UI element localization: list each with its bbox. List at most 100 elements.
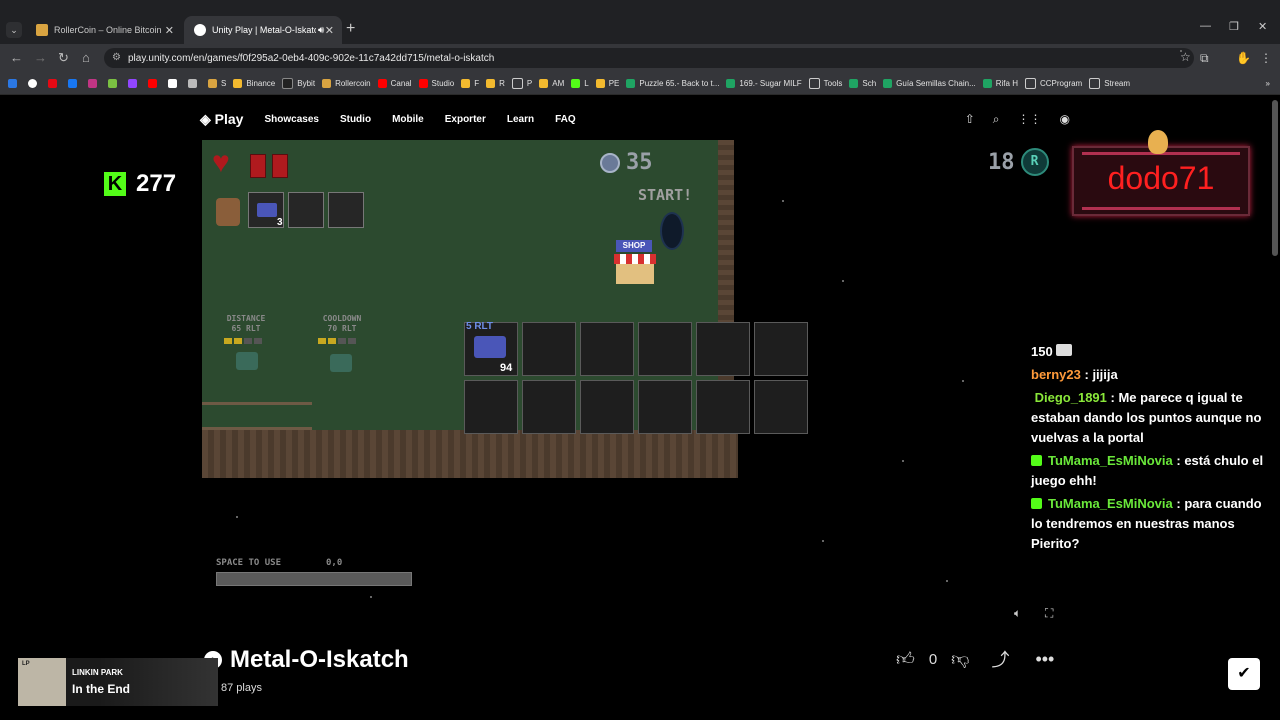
game-canvas[interactable]: ♥ 3 35 START! SHOP DISTANCE 65 RLT COOLD… — [202, 140, 1068, 598]
bookmark-pe[interactable]: PE — [595, 78, 619, 88]
bookmark-studio[interactable]: Studio — [418, 78, 454, 88]
bookmark-p[interactable]: P — [511, 77, 532, 89]
dislike-icon[interactable]: 👎︎ — [951, 648, 969, 670]
cooldown-upgrade-icon[interactable] — [330, 354, 352, 372]
health-block — [272, 154, 288, 178]
new-tab-button[interactable]: + — [346, 20, 355, 38]
bookmark-guia[interactable]: Guía Semillas Chain... — [883, 78, 976, 88]
score-value: 18 — [988, 149, 1015, 175]
chat-message: berny23 : jijija — [1031, 367, 1118, 382]
nav-showcases[interactable]: Showcases — [264, 114, 318, 125]
bookmark-sch[interactable]: Sch — [849, 78, 876, 88]
shop-slot[interactable] — [696, 380, 750, 434]
space-value: 0,0 — [326, 558, 343, 568]
like-icon[interactable]: 👍︎ — [896, 648, 915, 670]
bookmark-icon-2[interactable] — [28, 78, 41, 88]
shop-slot[interactable] — [638, 380, 692, 434]
bookmark-l[interactable]: L — [571, 78, 589, 88]
fence — [202, 402, 312, 430]
shop-slot[interactable] — [522, 322, 576, 376]
nav-studio[interactable]: Studio — [340, 114, 371, 125]
page-scrollbar[interactable] — [1272, 100, 1278, 256]
maximize-icon[interactable]: ❐ — [1229, 20, 1239, 33]
bookmark-icon-9[interactable] — [168, 78, 181, 88]
nav-faq[interactable]: FAQ — [555, 114, 576, 125]
bookmark-puzzle[interactable]: Puzzle 65.- Back to t... — [626, 78, 719, 88]
profile-extension-icon[interactable]: ✋ — [1236, 51, 1251, 65]
bookmark-icon-10[interactable] — [188, 78, 201, 88]
speaker-icon[interactable]: 🔊︎ — [318, 25, 324, 36]
shop-slot[interactable] — [696, 322, 750, 376]
inventory-slot-3[interactable] — [328, 192, 364, 228]
inventory-slot-1[interactable]: 3 — [248, 192, 284, 228]
bookmark-star-icon[interactable]: ☆ — [1180, 50, 1191, 64]
bookmark-rollercoin[interactable]: Rollercoin — [322, 78, 371, 88]
minimize-icon[interactable]: — — [1200, 20, 1211, 32]
forward-icon[interactable]: → — [34, 50, 47, 65]
shop-slot[interactable] — [580, 322, 634, 376]
bookmark-bybit[interactable]: Bybit — [282, 77, 315, 89]
search-icon[interactable]: ⌕ — [993, 112, 1000, 127]
bookmark-icon-4[interactable] — [68, 78, 81, 88]
bookmark-r[interactable]: R — [486, 78, 505, 88]
bookmark-binance[interactable]: Binance — [233, 78, 275, 88]
bookmark-canal[interactable]: Canal — [377, 78, 412, 88]
game-title-row: ◐ Metal-O-Iskatch — [204, 646, 409, 674]
shop-slot[interactable] — [522, 380, 576, 434]
tab-rollercoin[interactable]: RollerCoin – Online Bitcoin Min ✕ — [26, 16, 182, 44]
portal[interactable] — [660, 212, 684, 250]
distance-upgrade-icon[interactable] — [236, 352, 258, 370]
menu-icon[interactable]: ⋮ — [1260, 51, 1272, 65]
upload-icon[interactable]: ⇧ — [965, 112, 975, 127]
tab-unity-play[interactable]: Unity Play | Metal-O-Iskatch 🔊︎ ✕ — [184, 16, 342, 44]
apps-grid-icon[interactable]: ⋮⋮ — [1018, 112, 1042, 127]
chat-message: TuMama_EsMiNovia : está chulo el juego e… — [1031, 453, 1264, 488]
close-tab-icon[interactable]: ✕ — [165, 24, 174, 37]
bookmark-icon-6[interactable] — [108, 78, 121, 88]
shield-check-icon[interactable]: ✔ — [1228, 658, 1260, 690]
shop-slot[interactable] — [754, 380, 808, 434]
nav-mobile[interactable]: Mobile — [392, 114, 424, 125]
subscriber-badge-icon — [1031, 498, 1042, 509]
back-icon[interactable]: ← — [10, 50, 23, 65]
tab-search-button[interactable]: ⌄ — [6, 22, 22, 38]
address-bar[interactable]: ⚙ play.unity.com/en/games/f0f295a2-0eb4-… — [104, 48, 1194, 68]
bookmark-s[interactable]: S — [208, 78, 226, 88]
bookmark-tools[interactable]: Tools — [808, 77, 842, 89]
volume-icon[interactable]: 🔈︎ — [1014, 606, 1021, 621]
shop-slot[interactable] — [580, 380, 634, 434]
bookmark-icon-8[interactable] — [148, 78, 161, 88]
bookmark-icon-5[interactable] — [88, 78, 101, 88]
reload-icon[interactable]: ↻ — [58, 50, 69, 66]
nav-exporter[interactable]: Exporter — [445, 114, 486, 125]
close-window-icon[interactable]: ✕ — [1258, 20, 1267, 33]
shop-building[interactable]: SHOP — [614, 240, 656, 286]
unity-play-logo[interactable]: ◈ Play — [200, 111, 243, 128]
bookmark-sugar[interactable]: 169.- Sugar MILF — [726, 78, 802, 88]
backpack-icon — [216, 198, 240, 226]
fullscreen-icon[interactable]: ⛶ — [1045, 606, 1053, 621]
home-icon[interactable]: ⌂ — [82, 50, 90, 65]
bookmark-ccprogram[interactable]: CCProgram — [1024, 77, 1082, 89]
bookmark-f[interactable]: F — [461, 78, 479, 88]
share-icon[interactable]: ⤴ — [991, 646, 1009, 672]
shop-slot[interactable] — [754, 322, 808, 376]
bookmark-stream[interactable]: Stream — [1089, 77, 1130, 89]
site-info-icon[interactable]: ⚙ — [112, 52, 121, 63]
bookmark-am[interactable]: AM — [539, 78, 564, 88]
extensions-icon[interactable]: ⧉ — [1200, 51, 1209, 66]
bookmark-icon-1[interactable] — [8, 78, 21, 88]
bookmark-icon-7[interactable] — [128, 78, 141, 88]
play-count: 87 plays — [221, 682, 262, 694]
more-bookmarks-icon[interactable]: » — [1266, 79, 1270, 88]
close-tab-icon[interactable]: ✕ — [325, 24, 334, 37]
bookmark-icon-3[interactable] — [48, 78, 61, 88]
more-options-icon[interactable]: ••• — [1035, 649, 1054, 670]
bookmark-rifa[interactable]: Rifa H — [982, 78, 1018, 88]
shop-slot[interactable] — [638, 322, 692, 376]
account-icon[interactable]: ◉ — [1060, 112, 1070, 127]
nav-learn[interactable]: Learn — [507, 114, 534, 125]
shop-slot[interactable] — [464, 380, 518, 434]
chat-message: TuMama_EsMiNovia : para cuando lo tendre… — [1031, 496, 1262, 551]
inventory-slot-2[interactable] — [288, 192, 324, 228]
